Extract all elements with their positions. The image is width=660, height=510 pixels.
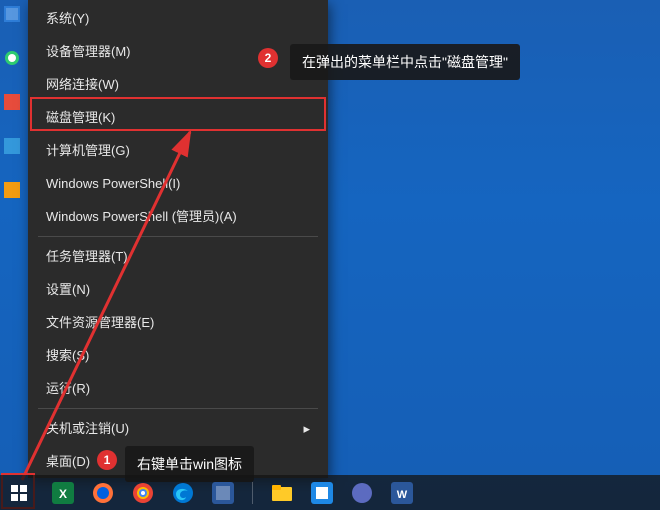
annotation-callout-2: 在弹出的菜单栏中点击"磁盘管理": [290, 44, 520, 80]
desktop-icon[interactable]: [4, 182, 20, 198]
menu-item-disk-management[interactable]: 磁盘管理(K): [28, 101, 328, 134]
menu-separator: [38, 236, 318, 237]
menu-separator: [38, 408, 318, 409]
taskbar-icon-edge[interactable]: [172, 482, 194, 504]
winx-context-menu: 系统(Y) 设备管理器(M) 网络连接(W) 磁盘管理(K) 计算机管理(G) …: [28, 0, 328, 478]
desktop-icon[interactable]: [4, 94, 20, 110]
menu-item-computer-management[interactable]: 计算机管理(G): [28, 134, 328, 167]
annotation-badge-1: 1: [97, 450, 117, 470]
svg-text:W: W: [397, 489, 408, 501]
menu-item-file-explorer[interactable]: 文件资源管理器(E): [28, 306, 328, 339]
menu-item-search[interactable]: 搜索(S): [28, 339, 328, 372]
menu-item-network-connections[interactable]: 网络连接(W): [28, 68, 328, 101]
taskbar-icon-firefox[interactable]: [92, 482, 114, 504]
menu-item-shutdown-signout[interactable]: 关机或注销(U) ▸: [28, 412, 328, 445]
menu-item-task-manager[interactable]: 任务管理器(T): [28, 240, 328, 273]
windows-logo-icon: [11, 485, 27, 501]
desktop-icons-column: [4, 0, 26, 198]
desktop-icon[interactable]: [4, 50, 20, 66]
menu-item-settings[interactable]: 设置(N): [28, 273, 328, 306]
menu-item-label: 关机或注销(U): [46, 420, 129, 437]
menu-item-run[interactable]: 运行(R): [28, 372, 328, 405]
menu-item-system[interactable]: 系统(Y): [28, 2, 328, 35]
chevron-right-icon: ▸: [303, 420, 310, 437]
taskbar: X W: [0, 475, 660, 510]
taskbar-icon-word[interactable]: W: [391, 482, 413, 504]
taskbar-icon-app-blue[interactable]: [311, 482, 333, 504]
start-button[interactable]: [4, 478, 34, 508]
taskbar-icon-app[interactable]: [351, 482, 373, 504]
taskbar-icon-excel[interactable]: X: [52, 482, 74, 504]
menu-item-powershell[interactable]: Windows PowerShell(I): [28, 167, 328, 200]
menu-item-powershell-admin[interactable]: Windows PowerShell (管理员)(A): [28, 200, 328, 233]
desktop-icon[interactable]: [4, 6, 20, 22]
annotation-badge-2: 2: [258, 48, 278, 68]
svg-text:X: X: [59, 487, 67, 501]
taskbar-separator: [252, 482, 253, 504]
taskbar-icon-app[interactable]: [212, 482, 234, 504]
desktop-icon[interactable]: [4, 138, 20, 154]
desktop: 系统(Y) 设备管理器(M) 网络连接(W) 磁盘管理(K) 计算机管理(G) …: [0, 0, 660, 510]
taskbar-icon-file-explorer[interactable]: [271, 482, 293, 504]
taskbar-icon-chrome[interactable]: [132, 482, 154, 504]
menu-item-device-manager[interactable]: 设备管理器(M): [28, 35, 328, 68]
